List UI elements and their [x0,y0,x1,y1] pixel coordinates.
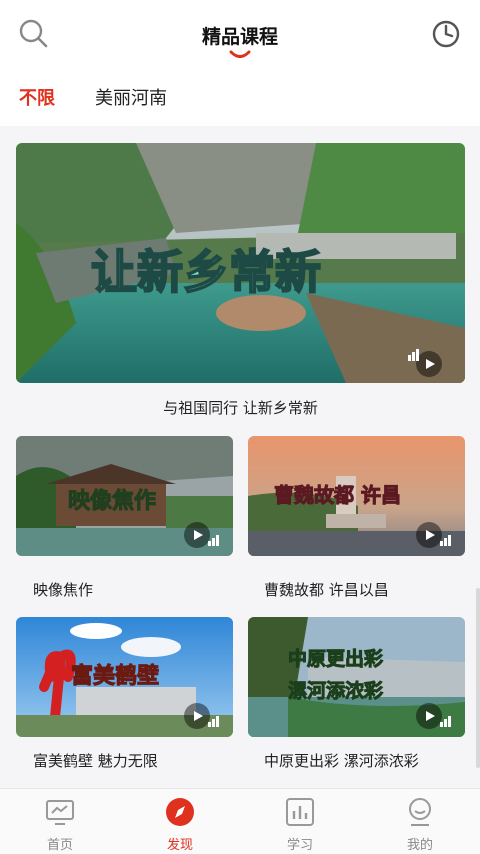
audio-bars-icon [440,715,454,727]
tab-label: 学习 [286,838,313,853]
clock-icon[interactable] [430,18,462,50]
featured-thumbnail: 让新乡常新 [16,143,465,383]
user-icon [409,798,431,826]
compass-icon [166,798,194,826]
course-thumbnail: 中原更出彩 漯河添浓彩 [248,617,465,737]
course-card[interactable]: 富美鹤壁 富美鹤壁 魅力无限 [16,617,233,782]
course-list: 让新乡常新 与祖国同行 让新乡常新 映像焦作 映像焦作 曹魏故都 许昌 曹魏故都… [0,126,480,788]
audio-bars-icon [408,349,422,361]
course-card[interactable]: 中原更出彩 漯河添浓彩 中原更出彩 漯河添浓彩 [248,617,465,782]
top-bar: 精品课程 [0,0,480,70]
course-overlay-text: 富美鹤壁 [71,663,159,689]
filter-bar: 不限 美丽河南 [0,70,480,126]
course-overlay-text: 映像焦作 [68,488,156,514]
course-thumbnail: 曹魏故都 许昌 [248,436,465,556]
course-overlay-text: 曹魏故都 许昌 [274,483,401,507]
tab-learn[interactable]: 学习 [240,789,360,854]
play-icon [184,703,210,729]
chart-icon [286,798,314,826]
course-overlay-line1: 中原更出彩 [288,647,383,670]
tab-home[interactable]: 首页 [0,789,120,854]
course-card[interactable]: 曹魏故都 许昌 曹魏故都 许昌以昌 [248,436,465,601]
tab-discover[interactable]: 发现 [120,789,240,854]
course-caption: 映像焦作 [33,581,94,599]
play-icon [416,522,442,548]
course-thumbnail: 富美鹤壁 [16,617,233,737]
play-icon [416,703,442,729]
title-smile-underline [229,50,251,58]
tab-label: 首页 [46,838,73,853]
featured-caption: 与祖国同行 让新乡常新 [163,399,318,417]
featured-course-card[interactable]: 让新乡常新 与祖国同行 让新乡常新 [16,143,465,428]
audio-bars-icon [440,534,454,546]
play-icon [184,522,210,548]
featured-overlay-text: 让新乡常新 [91,245,321,299]
course-caption: 富美鹤壁 魅力无限 [33,752,158,770]
monitor-icon [46,800,74,825]
page-title: 精品课程 [201,26,278,48]
course-caption: 曹魏故都 许昌以昌 [264,581,389,599]
tab-label: 我的 [406,838,433,853]
course-caption: 中原更出彩 漯河添浓彩 [264,752,419,770]
filter-beautiful-henan[interactable]: 美丽河南 [95,84,167,110]
course-card[interactable]: 映像焦作 映像焦作 [16,436,233,601]
scrollbar[interactable] [476,588,480,768]
audio-bars-icon [208,715,222,727]
tab-profile[interactable]: 我的 [360,789,480,854]
course-thumbnail: 映像焦作 [16,436,233,556]
bottom-tab-bar: 首页 发现 学习 我的 [0,788,480,854]
course-overlay-line2: 漯河添浓彩 [288,679,383,702]
tab-label: 发现 [166,838,193,853]
audio-bars-icon [208,534,222,546]
filter-all[interactable]: 不限 [19,84,55,110]
